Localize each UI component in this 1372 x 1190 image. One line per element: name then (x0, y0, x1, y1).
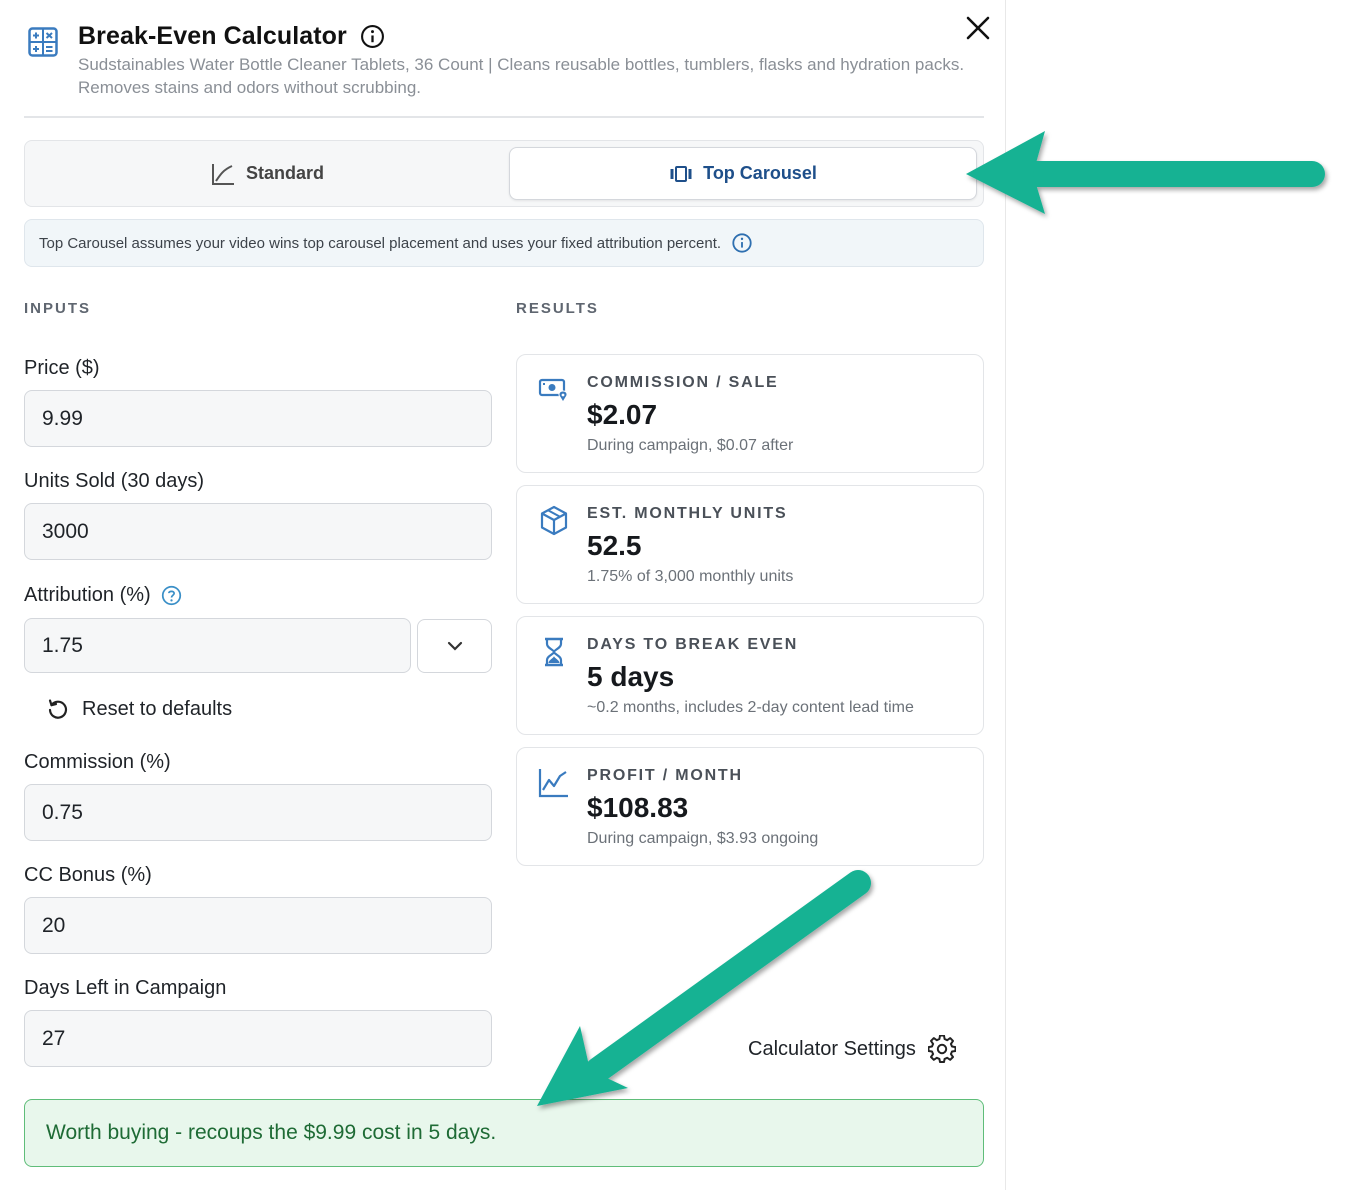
result-label: COMMISSION / SALE (587, 374, 779, 391)
units-sold-input[interactable] (24, 503, 492, 560)
chart-line-icon (538, 769, 568, 798)
chevron-down-icon (447, 641, 462, 651)
commission-label: Commission (%) (24, 751, 171, 773)
attribution-dropdown-button[interactable] (417, 619, 492, 673)
calculator-icon (28, 27, 58, 57)
chart-line-icon (211, 163, 234, 185)
dialog-title: Break-Even Calculator (78, 22, 347, 50)
price-label: Price ($) (24, 357, 100, 379)
units-sold-label: Units Sold (30 days) (24, 470, 205, 492)
tab-top-carousel-label: Top Carousel (703, 163, 817, 183)
days-left-label: Days Left in Campaign (24, 977, 227, 999)
info-icon[interactable] (360, 24, 385, 49)
result-value: 5 days (587, 661, 675, 692)
money-icon (538, 378, 568, 403)
price-input[interactable] (24, 390, 492, 447)
notice-text: Top Carousel assumes your video wins top… (39, 234, 722, 252)
verdict-text: Worth buying - recoups the $9.99 cost in… (46, 1121, 497, 1144)
inputs-heading: INPUTS (24, 300, 92, 317)
tab-standard[interactable]: Standard (31, 147, 503, 200)
result-subtext: 1.75% of 3,000 monthly units (587, 568, 794, 585)
attribution-input[interactable] (24, 618, 411, 673)
calculator-settings-button[interactable]: Calculator Settings (748, 1035, 956, 1063)
break-even-calculator-dialog: Break-Even Calculator Sudstainables Wate… (0, 0, 1006, 1190)
monthly-units-card: EST. MONTHLY UNITS 52.5 1.75% of 3,000 m… (516, 485, 984, 604)
verdict-banner: Worth buying - recoups the $9.99 cost in… (24, 1099, 984, 1167)
reset-defaults-button[interactable]: Reset to defaults (46, 697, 232, 721)
product-subtitle: Sudstainables Water Bottle Cleaner Table… (78, 55, 965, 97)
reset-defaults-label: Reset to defaults (82, 697, 233, 720)
result-subtext: ~0.2 months, includes 2-day content lead… (587, 699, 914, 716)
cc-bonus-label: CC Bonus (%) (24, 864, 152, 886)
calculator-settings-label: Calculator Settings (748, 1037, 916, 1060)
carousel-icon (670, 165, 692, 182)
tab-top-carousel[interactable]: Top Carousel (509, 147, 977, 200)
help-icon[interactable] (161, 585, 182, 606)
reset-icon (48, 699, 68, 719)
result-label: PROFIT / MONTH (587, 767, 743, 784)
days-left-input[interactable] (24, 1010, 492, 1067)
result-value: 52.5 (587, 530, 642, 561)
commission-per-sale-card: COMMISSION / SALE $2.07 During campaign,… (516, 354, 984, 473)
cc-bonus-input[interactable] (24, 897, 492, 954)
header-divider (24, 116, 984, 118)
close-icon[interactable] (960, 12, 996, 48)
mode-tabs: Standard Top Carousel (24, 140, 984, 207)
info-icon[interactable] (731, 232, 753, 254)
annotation-arrow-top (966, 131, 1325, 214)
attribution-label: Attribution (%) (24, 584, 182, 607)
result-value: $108.83 (587, 792, 689, 823)
days-to-break-even-card: DAYS TO BREAK EVEN 5 days ~0.2 months, i… (516, 616, 984, 735)
result-label: DAYS TO BREAK EVEN (587, 636, 799, 653)
profit-per-month-card: PROFIT / MONTH $108.83 During campaign, … (516, 747, 984, 866)
tab-standard-label: Standard (245, 163, 324, 183)
gear-icon (927, 1035, 956, 1063)
result-subtext: During campaign, $0.07 after (587, 437, 794, 454)
results-heading: RESULTS (516, 300, 599, 317)
result-value: $2.07 (587, 399, 658, 430)
box-icon (540, 505, 568, 536)
result-label: EST. MONTHLY UNITS (587, 505, 788, 522)
mode-notice: Top Carousel assumes your video wins top… (24, 219, 984, 267)
hourglass-icon (545, 637, 563, 667)
commission-input[interactable] (24, 784, 492, 841)
result-subtext: During campaign, $3.93 ongoing (587, 830, 819, 847)
